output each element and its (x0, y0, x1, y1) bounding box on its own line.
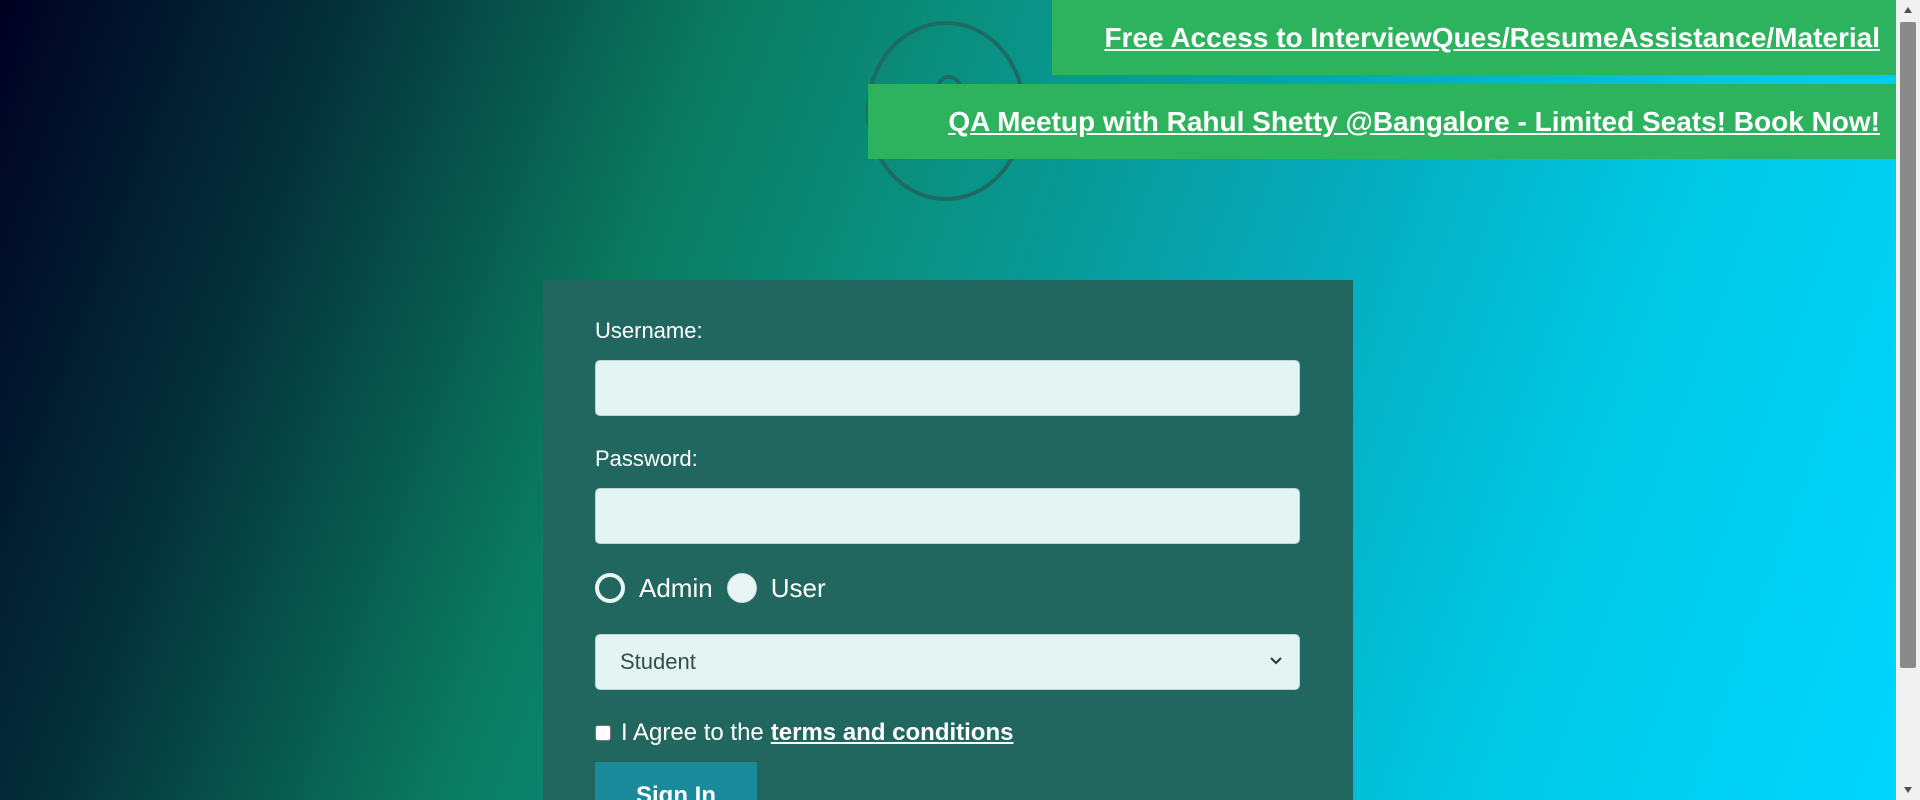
admin-radio[interactable] (595, 573, 625, 603)
promo-banner-free-access[interactable]: Free Access to InterviewQues/ResumeAssis… (1052, 0, 1896, 75)
terms-checkbox[interactable] (595, 725, 611, 741)
role-select[interactable]: Student (595, 634, 1300, 690)
promo-banner-qa-meetup[interactable]: QA Meetup with Rahul Shetty @Bangalore -… (868, 84, 1896, 159)
password-input[interactable] (595, 488, 1300, 544)
triangle-up-icon[interactable] (1896, 0, 1920, 20)
terms-row: I Agree to the terms and conditions (595, 716, 1300, 750)
terms-and-conditions-link[interactable]: terms and conditions (771, 719, 1014, 747)
login-form-card: Username: Password: Admin User Student I… (543, 280, 1353, 800)
promo-banner-qa-meetup-text[interactable]: QA Meetup with Rahul Shetty @Bangalore -… (948, 106, 1880, 138)
promo-banner-free-access-text[interactable]: Free Access to InterviewQues/ResumeAssis… (1104, 22, 1880, 54)
scrollbar-thumb[interactable] (1900, 22, 1916, 668)
role-radio-group: Admin User (595, 568, 1300, 608)
triangle-down-icon[interactable] (1896, 780, 1920, 800)
admin-radio-label[interactable]: Admin (639, 573, 713, 604)
chevron-down-icon (1270, 657, 1282, 665)
username-input[interactable] (595, 360, 1300, 416)
user-radio[interactable] (726, 573, 757, 603)
password-label: Password: (595, 446, 698, 471)
role-select-value: Student (620, 649, 696, 674)
sign-in-button[interactable]: Sign In (595, 762, 757, 800)
terms-prefix-text: I Agree to the (621, 719, 764, 746)
vertical-scrollbar[interactable] (1896, 0, 1920, 800)
user-radio-label[interactable]: User (771, 573, 826, 604)
username-label: Username: (595, 318, 703, 343)
